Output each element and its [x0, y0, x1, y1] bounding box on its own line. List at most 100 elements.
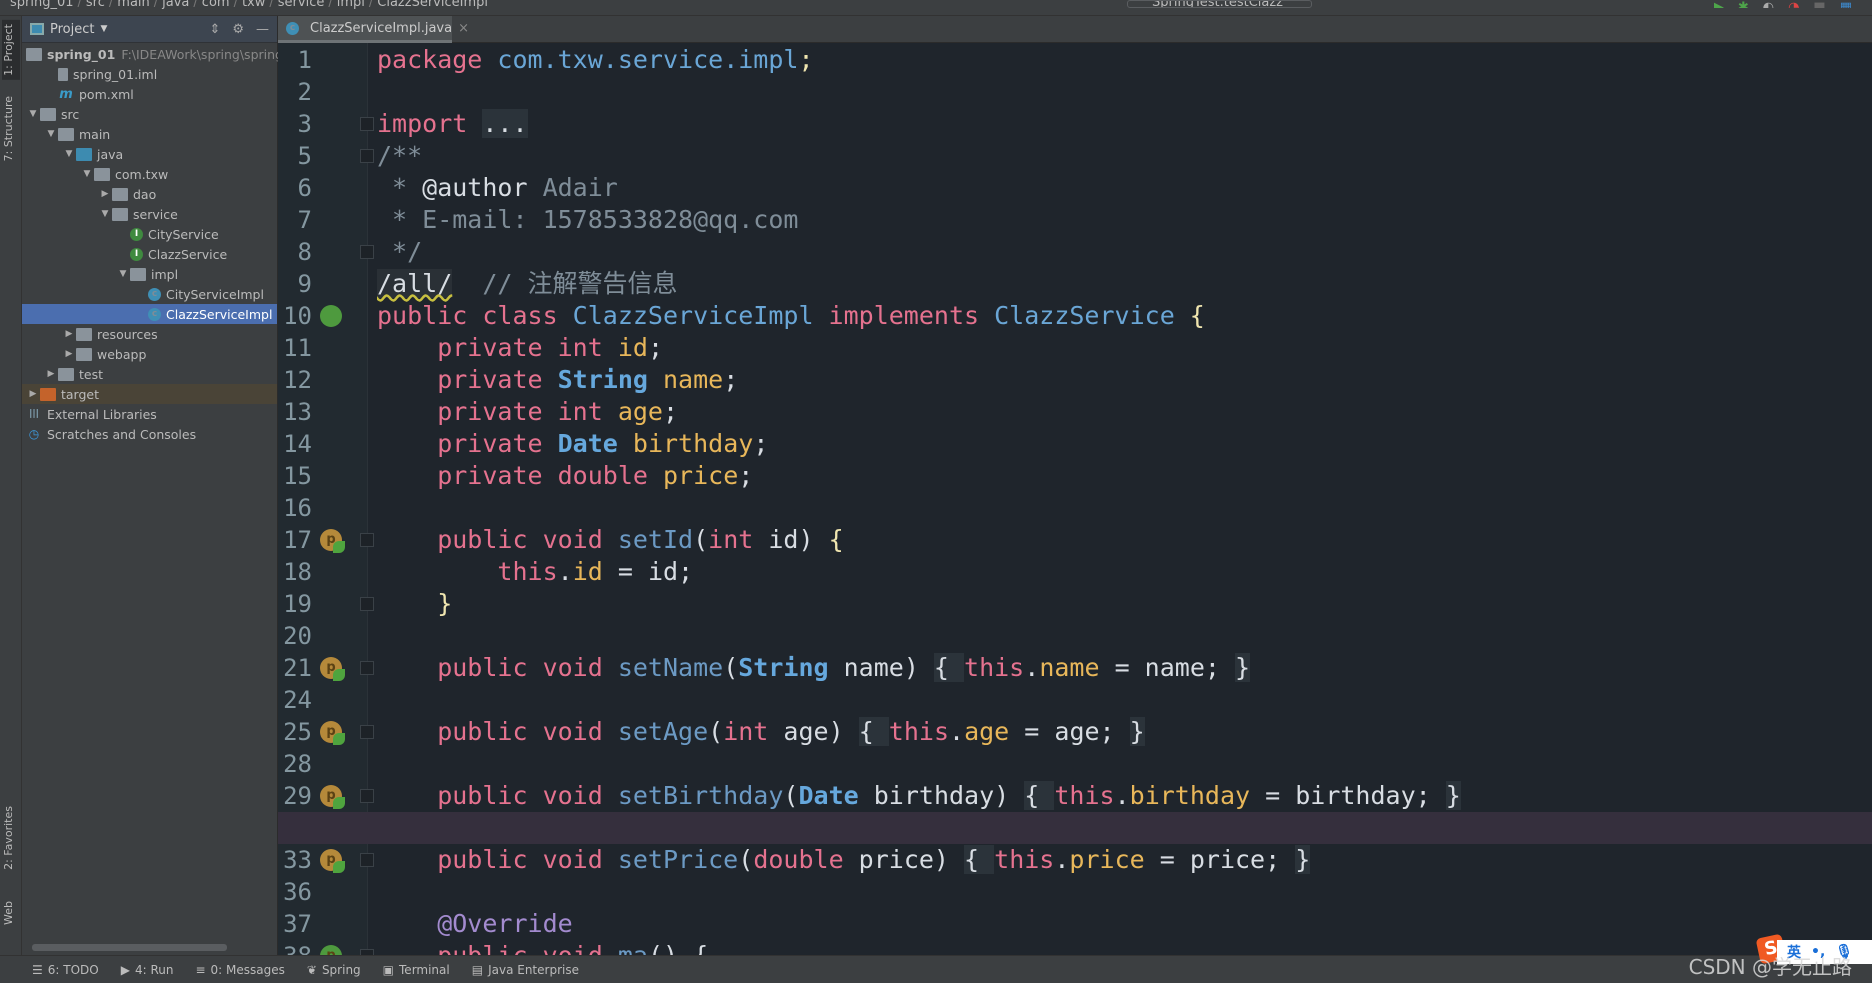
- tree-item-webapp[interactable]: ▶ webapp: [22, 344, 277, 364]
- code-line[interactable]: [278, 748, 1872, 780]
- code-line[interactable]: * E-mail: 1578533828@qq.com: [278, 204, 1872, 236]
- tree-item-spring-01-iml[interactable]: spring_01.iml: [22, 64, 277, 84]
- collapse-all-icon[interactable]: ⇕: [209, 22, 220, 37]
- tool-window-web[interactable]: Web: [2, 901, 15, 925]
- coverage-icon[interactable]: ◐: [1763, 0, 1774, 8]
- run-icon[interactable]: ▶: [1714, 0, 1724, 8]
- tool-window-spring[interactable]: ❦ Spring: [307, 963, 361, 977]
- code-line[interactable]: [278, 876, 1872, 908]
- close-icon[interactable]: ×: [458, 21, 469, 36]
- breadcrumb-item[interactable]: com: [202, 0, 230, 10]
- tree-item-cityservice[interactable]: I CityService: [22, 224, 277, 244]
- code-token: @author: [422, 173, 528, 202]
- breadcrumb-item[interactable]: impl: [337, 0, 365, 10]
- debug-icon[interactable]: ✱: [1738, 0, 1749, 8]
- tool-window-0-messages[interactable]: ≡ 0: Messages: [195, 963, 284, 977]
- chevron-down-icon[interactable]: ▼: [26, 109, 40, 119]
- project-view-dropdown[interactable]: Project: [50, 22, 94, 37]
- tree-item-spring-01[interactable]: spring_01 F:\IDEAWork\spring\spring_: [22, 44, 289, 64]
- code-editor[interactable]: 1 2 3 5 6 7 8 9 10 11 12 13 14 15 16 17 p 18 19 20 21 p 24 25 p 2…: [278, 43, 1872, 955]
- code-line[interactable]: [278, 76, 1872, 108]
- tab-clazzserviceimpl[interactable]: c ClazzServiceImpl.java ×: [278, 16, 469, 43]
- tool-window-project[interactable]: 1: Project: [2, 20, 20, 80]
- code-line[interactable]: this.id = id;: [278, 556, 1872, 588]
- chevron-down-icon[interactable]: ▼: [116, 269, 130, 279]
- code-line[interactable]: private double price;: [278, 460, 1872, 492]
- breadcrumb-item[interactable]: src: [86, 0, 105, 10]
- code-line[interactable]: * @author Adair: [278, 172, 1872, 204]
- chevron-down-icon[interactable]: ▼: [80, 169, 94, 179]
- tree-item-cityserviceimpl[interactable]: c CityServiceImpl: [22, 284, 277, 304]
- tree-item-target[interactable]: ▶ target: [22, 384, 277, 404]
- code-line[interactable]: [278, 812, 1872, 844]
- tree-item-java[interactable]: ▼ java: [22, 144, 277, 164]
- tool-window-6-todo[interactable]: ☰ 6: TODO: [32, 963, 99, 977]
- code-line[interactable]: /**: [278, 140, 1872, 172]
- tree-item-resources[interactable]: ▶ resources: [22, 324, 277, 344]
- tree-item-dao[interactable]: ▶ dao: [22, 184, 277, 204]
- tool-window-structure[interactable]: 7: Structure: [2, 96, 15, 161]
- tree-item-scratches-and-consoles[interactable]: ◷ Scratches and Consoles: [22, 424, 277, 444]
- tree-item-external-libraries[interactable]: ||| External Libraries: [22, 404, 277, 424]
- code-line[interactable]: public class ClazzServiceImpl implements…: [278, 300, 1872, 332]
- code-line[interactable]: public void setAge(int age) { this.age =…: [278, 716, 1872, 748]
- package-icon: [112, 187, 128, 201]
- tree-item-test[interactable]: ▶ test: [22, 364, 277, 384]
- horizontal-scrollbar[interactable]: [32, 944, 227, 951]
- chevron-down-icon[interactable]: ▼: [98, 209, 112, 219]
- tree-item-com-txw[interactable]: ▼ com.txw: [22, 164, 277, 184]
- chevron-right-icon[interactable]: ▶: [62, 349, 76, 359]
- breadcrumb-item[interactable]: service: [278, 0, 325, 10]
- tree-item-main[interactable]: ▼ main: [22, 124, 277, 144]
- tree-item-service[interactable]: ▼ service: [22, 204, 277, 224]
- run-configuration-dropdown[interactable]: SpringTest.testClazz: [1127, 0, 1312, 8]
- chevron-right-icon[interactable]: ▶: [26, 389, 40, 399]
- code-line[interactable]: [278, 684, 1872, 716]
- code-line[interactable]: private int id;: [278, 332, 1872, 364]
- gear-icon[interactable]: ⚙: [232, 22, 244, 37]
- breadcrumb-item[interactable]: ClazzServiceImpl: [377, 0, 488, 10]
- code-line[interactable]: private Date birthday;: [278, 428, 1872, 460]
- chevron-right-icon[interactable]: ▶: [44, 369, 58, 379]
- code-line[interactable]: }: [278, 588, 1872, 620]
- tree-item-pom-xml[interactable]: m pom.xml: [22, 84, 277, 104]
- code-line[interactable]: @Override: [278, 908, 1872, 940]
- code-line[interactable]: package com.txw.service.impl;: [278, 44, 1872, 76]
- code-line[interactable]: public void setBirthday(Date birthday) {…: [278, 780, 1872, 812]
- breadcrumb-item[interactable]: main: [117, 0, 149, 10]
- tree-item-impl[interactable]: ▼ impl: [22, 264, 277, 284]
- stop-icon[interactable]: ■: [1813, 0, 1825, 8]
- code-line[interactable]: /all/ // 注解警告信息: [278, 268, 1872, 300]
- chevron-down-icon[interactable]: ▼: [62, 149, 76, 159]
- code-line[interactable]: */: [278, 236, 1872, 268]
- tool-window-favorites[interactable]: 2: Favorites: [2, 806, 15, 870]
- code-line[interactable]: public void ma() {: [278, 940, 1872, 955]
- code-line[interactable]: import ...: [278, 108, 1872, 140]
- code-line[interactable]: public void setName(String name) { this.…: [278, 652, 1872, 684]
- profile-icon[interactable]: ◔: [1788, 0, 1799, 8]
- breadcrumb-item[interactable]: txw: [242, 0, 265, 10]
- minimize-icon[interactable]: —: [256, 22, 269, 37]
- tool-window-label: 4: Run: [134, 962, 174, 977]
- chevron-right-icon[interactable]: ▶: [98, 189, 112, 199]
- tool-window-4-run[interactable]: ▶ 4: Run: [121, 963, 174, 977]
- project-structure-icon[interactable]: ▦: [1840, 0, 1852, 8]
- tool-window-label: Terminal: [399, 962, 450, 977]
- tool-window-terminal[interactable]: ▣ Terminal: [383, 963, 450, 977]
- code-token: {: [858, 717, 889, 746]
- code-line[interactable]: private String name;: [278, 364, 1872, 396]
- breadcrumb-item[interactable]: java: [162, 0, 189, 10]
- tool-window-java-enterprise[interactable]: ▤ Java Enterprise: [472, 963, 579, 977]
- tree-item-src[interactable]: ▼ src: [22, 104, 277, 124]
- code-line[interactable]: private int age;: [278, 396, 1872, 428]
- tree-item-clazzservice[interactable]: I ClazzService: [22, 244, 277, 264]
- breadcrumb-item[interactable]: spring_01: [10, 0, 74, 10]
- chevron-down-icon[interactable]: ▼: [44, 129, 58, 139]
- chevron-right-icon[interactable]: ▶: [62, 329, 76, 339]
- chevron-down-icon[interactable]: ▼: [100, 24, 107, 34]
- code-line[interactable]: public void setPrice(double price) { thi…: [278, 844, 1872, 876]
- code-line[interactable]: public void setId(int id) {: [278, 524, 1872, 556]
- tree-item-clazzserviceimpl[interactable]: c ClazzServiceImpl: [22, 304, 277, 324]
- code-line[interactable]: [278, 492, 1872, 524]
- code-line[interactable]: [278, 620, 1872, 652]
